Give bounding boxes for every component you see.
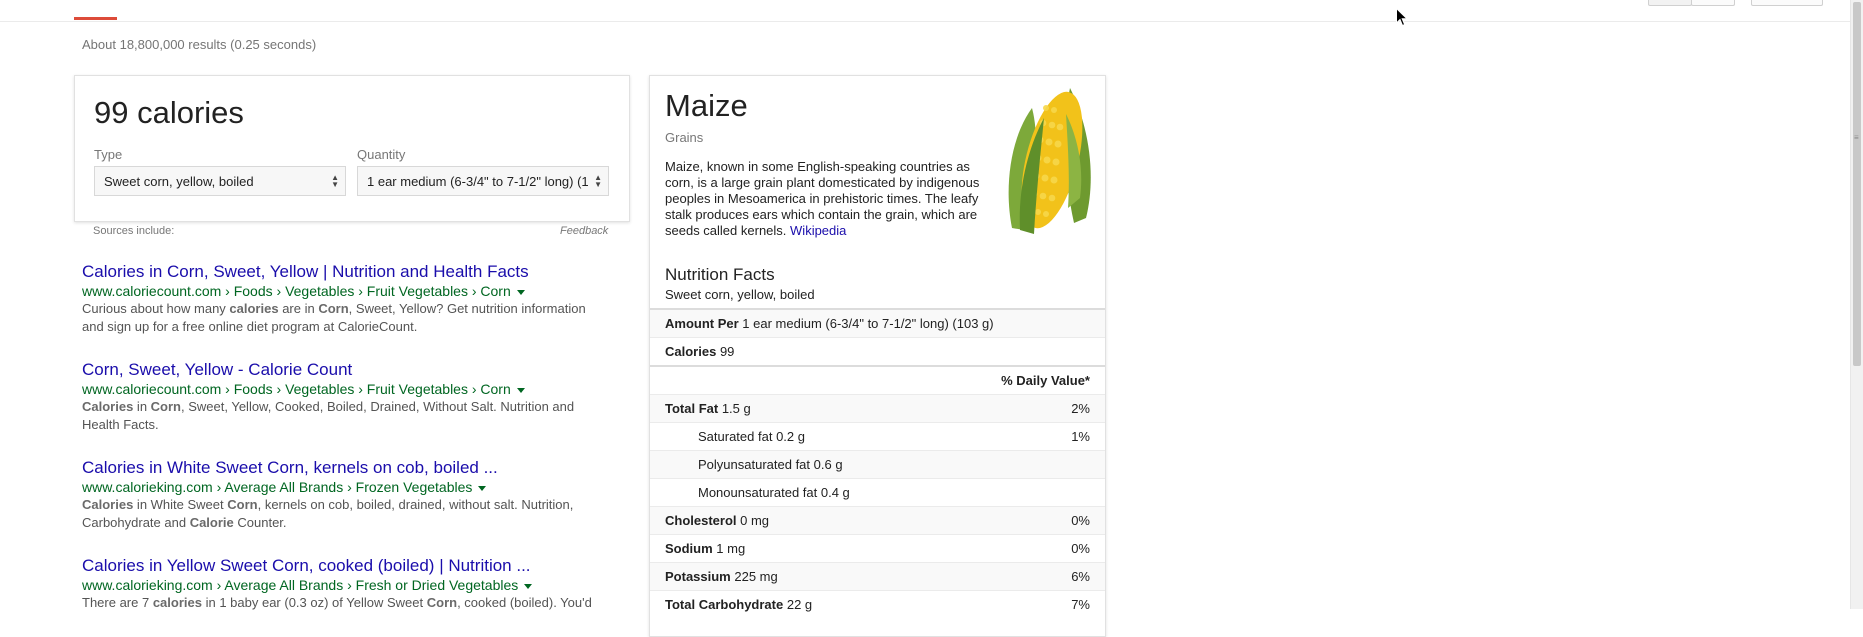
result-title-link[interactable]: Calories in Corn, Sweet, Yellow | Nutrit…: [82, 262, 602, 282]
result-snippet: There are 7 calories in 1 baby ear (0.3 …: [82, 595, 592, 610]
nutrient-label: Calories: [665, 344, 717, 359]
nutrient-dv: 1%: [1071, 429, 1090, 444]
dropdown-caret-icon[interactable]: [478, 485, 487, 491]
active-tab-indicator: [74, 17, 117, 20]
daily-value-header: % Daily Value*: [1001, 373, 1090, 388]
select-arrows-icon: ▲ ▼: [331, 173, 339, 189]
result-title-link[interactable]: Corn, Sweet, Yellow - Calorie Count: [82, 360, 602, 380]
quantity-select[interactable]: 1 ear medium (6-3/4" to 7-1/2" long) (1 …: [357, 166, 609, 196]
nutrient-value: 0.6 g: [813, 457, 843, 472]
dropdown-caret-icon[interactable]: [516, 387, 525, 393]
result-stats: About 18,800,000 results (0.25 seconds): [82, 37, 317, 52]
nutrition-row-saturated-fat: Saturated fat 0.2 g 1%: [650, 422, 1105, 450]
type-select-value: Sweet corn, yellow, boiled: [104, 174, 254, 189]
calorie-calculator-card: 99 calories Type Sweet corn, yellow, boi…: [74, 75, 630, 222]
result-url: www.calorieking.com › Average All Brands…: [82, 478, 602, 496]
quantity-label: Quantity: [357, 147, 406, 162]
page-scrollbar[interactable]: ≡: [1850, 0, 1863, 609]
nutrition-row-potassium: Potassium 225 mg 6%: [650, 562, 1105, 590]
result-url-text: www.caloriecount.com › Foods › Vegetable…: [82, 381, 511, 397]
grid-view-button[interactable]: [1691, 0, 1735, 6]
nutrient-label: Cholesterol: [665, 513, 737, 528]
list-view-button[interactable]: [1648, 0, 1692, 6]
sources-label: Sources include:: [93, 225, 175, 237]
search-result: Calories in Corn, Sweet, Yellow | Nutrit…: [82, 262, 602, 336]
corn-cob-icon[interactable]: [1000, 78, 1096, 238]
nutrition-row-cholesterol: Cholesterol 0 mg 0%: [650, 506, 1105, 534]
nutrient-value: 1 mg: [716, 541, 746, 556]
nutrient-value: 1 ear medium (6-3/4" to 7-1/2" long) (10…: [742, 316, 994, 331]
feedback-link[interactable]: Feedback: [560, 225, 608, 237]
search-result: Calories in Yellow Sweet Corn, cooked (b…: [82, 556, 602, 612]
nutrition-row-polyunsaturated-fat: Polyunsaturated fat 0.6 g: [650, 450, 1105, 478]
nutrition-facts-title: Nutrition Facts: [665, 265, 775, 284]
result-url-text: www.calorieking.com › Average All Brands…: [82, 577, 519, 593]
nutrient-value: 99: [719, 344, 735, 359]
nutrition-row-amount: Amount Per 1 ear medium (6-3/4" to 7-1/2…: [650, 308, 1105, 337]
nutrient-value: 0 mg: [740, 513, 770, 528]
result-url: www.caloriecount.com › Foods › Vegetable…: [82, 380, 602, 398]
result-title-link[interactable]: Calories in White Sweet Corn, kernels on…: [82, 458, 602, 478]
nutrient-dv: 6%: [1071, 569, 1090, 584]
nutrition-row-dv-header: % Daily Value*: [650, 365, 1105, 394]
dropdown-caret-icon[interactable]: [524, 583, 533, 589]
result-snippet: Curious about how many calories are in C…: [82, 301, 586, 334]
result-url-text: www.caloriecount.com › Foods › Vegetable…: [82, 283, 511, 299]
result-title-link[interactable]: Calories in Yellow Sweet Corn, cooked (b…: [82, 556, 602, 576]
scrollbar-thumb[interactable]: [1853, 2, 1861, 366]
kp-subtitle: Grains: [665, 130, 704, 145]
nutrient-dv: 0%: [1071, 513, 1090, 528]
search-result: Corn, Sweet, Yellow - Calorie Count www.…: [82, 360, 602, 434]
nutrient-value: 0.2 g: [776, 429, 805, 444]
type-label: Type: [94, 147, 123, 162]
nutrient-label: Potassium: [665, 569, 731, 584]
nutrient-value: 22 g: [786, 597, 813, 612]
nutrition-table: Amount Per 1 ear medium (6-3/4" to 7-1/2…: [650, 308, 1105, 618]
result-url: www.calorieking.com › Average All Brands…: [82, 576, 602, 594]
nutrient-dv: 0%: [1071, 541, 1090, 556]
nutrient-label: Saturated fat: [698, 429, 773, 444]
nutrient-value: 1.5 g: [721, 401, 751, 416]
quantity-select-value: 1 ear medium (6-3/4" to 7-1/2" long) (1: [367, 174, 589, 189]
scrollbar-grip-icon: ≡: [1854, 133, 1859, 142]
settings-button[interactable]: [1751, 0, 1823, 6]
nutrition-row-sodium: Sodium 1 mg 0%: [650, 534, 1105, 562]
select-arrows-icon: ▲ ▼: [591, 167, 602, 189]
nutrient-label: Total Carbohydrate: [665, 597, 784, 612]
nutrition-row-calories: Calories 99: [650, 337, 1105, 365]
nutrition-row-monounsaturated-fat: Monounsaturated fat 0.4 g: [650, 478, 1105, 506]
knowledge-panel: Maize Grains Maize, known in some Englis…: [649, 75, 1106, 637]
nutrition-facts-subtitle: Sweet corn, yellow, boiled: [665, 287, 815, 302]
nutrition-row-total-fat: Total Fat 1.5 g 2%: [650, 394, 1105, 422]
nutrient-label: Polyunsaturated fat: [698, 457, 811, 472]
nutrient-label: Monounsaturated fat: [698, 485, 818, 500]
result-url-text: www.calorieking.com › Average All Brands…: [82, 479, 473, 495]
dropdown-caret-icon[interactable]: [516, 289, 525, 295]
calorie-total: 99 calories: [94, 95, 244, 130]
nutrient-value: 0.4 g: [820, 485, 850, 500]
wikipedia-link[interactable]: Wikipedia: [790, 223, 846, 238]
kp-description: Maize, known in some English-speaking co…: [665, 159, 985, 239]
result-snippet: Calories in Corn, Sweet, Yellow, Cooked,…: [82, 399, 575, 432]
search-result: Calories in White Sweet Corn, kernels on…: [82, 458, 602, 532]
nutrient-label: Sodium: [665, 541, 713, 556]
nutrient-label: Total Fat: [665, 401, 719, 416]
mouse-pointer-icon: [1396, 8, 1408, 27]
top-navigation-bar: [0, 0, 1851, 22]
kp-title: Maize: [665, 88, 748, 123]
nutrient-value: 225 mg: [734, 569, 778, 584]
nutrient-dv: 2%: [1071, 401, 1090, 416]
result-url: www.caloriecount.com › Foods › Vegetable…: [82, 282, 602, 300]
type-select[interactable]: Sweet corn, yellow, boiled ▲ ▼: [94, 166, 346, 196]
result-snippet: Calories in White Sweet Corn, kernels on…: [82, 497, 574, 530]
nutrition-row-total-carbohydrate: Total Carbohydrate 22 g 7%: [650, 590, 1105, 618]
nutrient-dv: 7%: [1071, 597, 1090, 612]
nutrient-label: Amount Per: [665, 316, 739, 331]
